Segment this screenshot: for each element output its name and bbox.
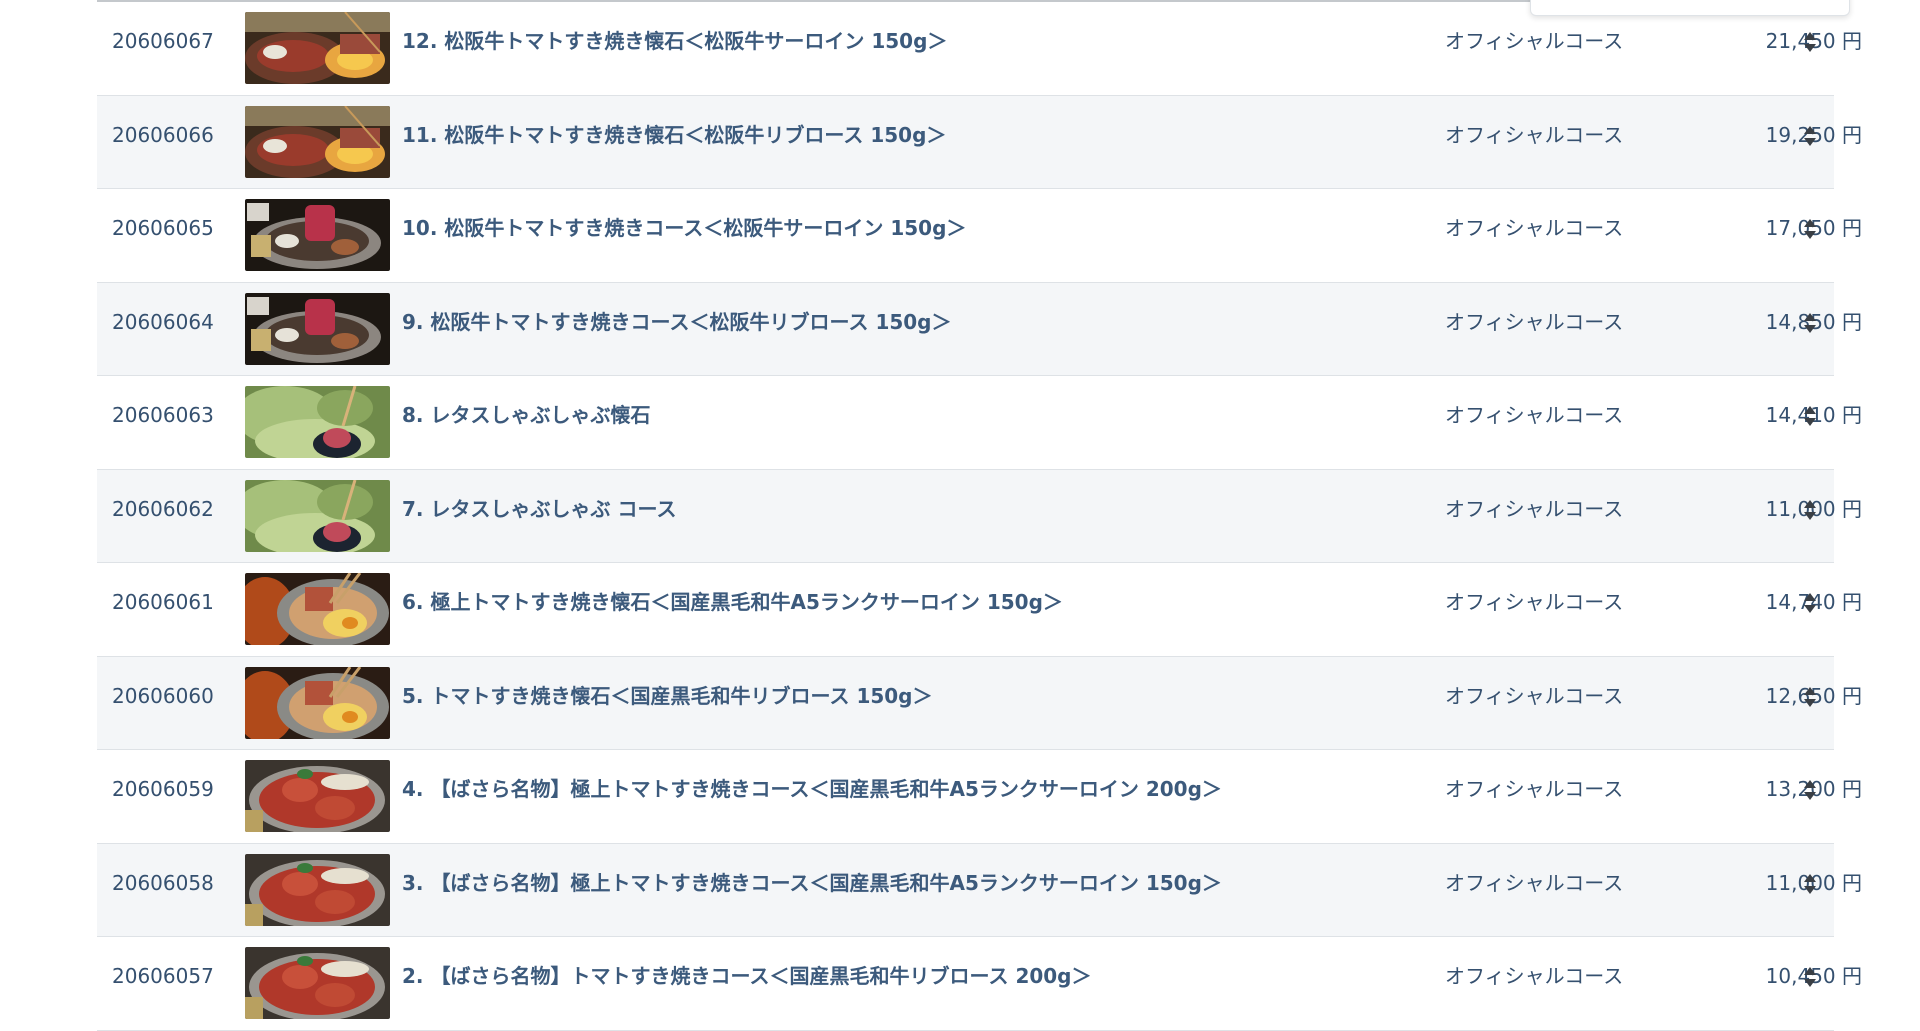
- course-price: 11,000 円: [1765, 496, 1862, 521]
- course-category: オフィシャルコース: [1445, 590, 1624, 614]
- course-name-link[interactable]: 6. 極上トマトすき焼き懐石＜国産黒毛和牛A5ランクサーロイン 150g＞: [402, 590, 1063, 614]
- course-category: オフィシャルコース: [1445, 683, 1624, 708]
- table-row[interactable]: 20606057 2. 【ばさら名物】トマトすき焼きコース＜国産黒毛和牛リブロー…: [97, 937, 1862, 1031]
- course-category: オフィシャルコース: [1445, 216, 1624, 240]
- course-name-link[interactable]: 11. 松阪牛トマトすき焼き懐石＜松阪牛リブロース 150g＞: [402, 123, 946, 147]
- sort-icon[interactable]: [1803, 405, 1817, 427]
- course-category: オフィシャルコース: [1445, 964, 1624, 988]
- course-price: 14,740 円: [1765, 590, 1862, 614]
- course-thumbnail: [245, 386, 390, 458]
- course-thumbnail: [245, 947, 390, 1019]
- course-price: 21,450 円: [1765, 29, 1862, 53]
- table-row[interactable]: 20606066 11. 松阪牛トマトすき焼き懐石＜松阪牛リブロース 150g＞…: [97, 95, 1862, 189]
- course-id: 20606062: [112, 496, 214, 521]
- course-thumbnail: [245, 573, 390, 645]
- course-id: 20606057: [112, 964, 214, 988]
- course-name-link[interactable]: 12. 松阪牛トマトすき焼き懐石＜松阪牛サーロイン 150g＞: [402, 29, 947, 53]
- course-price: 19,250 円: [1765, 122, 1862, 147]
- course-name-link[interactable]: 7. レタスしゃぶしゃぶ コース: [402, 497, 676, 521]
- table-row[interactable]: 20606058 3. 【ばさら名物】極上トマトすき焼きコース＜国産黒毛和牛A5…: [97, 843, 1862, 937]
- course-category: オフィシャルコース: [1445, 777, 1624, 801]
- course-id: 20606060: [112, 683, 214, 708]
- sort-icon[interactable]: [1803, 592, 1817, 614]
- sort-icon[interactable]: [1803, 873, 1817, 895]
- course-price: 14,850 円: [1765, 309, 1862, 334]
- course-price: 17,050 円: [1765, 216, 1862, 240]
- course-name-link[interactable]: 2. 【ばさら名物】トマトすき焼きコース＜国産黒毛和牛リブロース 200g＞: [402, 964, 1092, 988]
- sort-icon[interactable]: [1803, 125, 1817, 147]
- course-id: 20606066: [112, 122, 214, 147]
- course-thumbnail: [245, 105, 390, 178]
- course-price: 13,200 円: [1765, 777, 1862, 801]
- course-table: 20606067 12. 松阪牛トマトすき焼き懐石＜松阪牛サーロイン 150g＞…: [97, 0, 1862, 1031]
- table-row[interactable]: 20606063 8. レタスしゃぶしゃぶ懐石 オフィシャルコース 14,410 円: [97, 376, 1862, 470]
- sort-icon[interactable]: [1803, 779, 1817, 801]
- sort-icon[interactable]: [1803, 312, 1817, 334]
- table-row[interactable]: 20606061 6. 極上トマトすき焼き懐石＜国産黒毛和牛A5ランクサーロイン…: [97, 563, 1862, 657]
- course-price: 12,650 円: [1765, 683, 1862, 708]
- course-name-link[interactable]: 8. レタスしゃぶしゃぶ懐石: [402, 403, 650, 427]
- course-id: 20606063: [112, 403, 214, 427]
- course-category: オフィシャルコース: [1445, 403, 1624, 427]
- course-id: 20606065: [112, 216, 214, 240]
- sort-icon[interactable]: [1803, 499, 1817, 521]
- course-thumbnail: [245, 292, 390, 365]
- course-thumbnail: [245, 853, 390, 926]
- course-thumbnail: [245, 12, 390, 84]
- course-category: オフィシャルコース: [1445, 870, 1624, 895]
- sort-icon[interactable]: [1803, 31, 1817, 53]
- course-category: オフィシャルコース: [1445, 496, 1624, 521]
- course-name-link[interactable]: 4. 【ばさら名物】極上トマトすき焼きコース＜国産黒毛和牛A5ランクサーロイン …: [402, 777, 1222, 801]
- course-id: 20606059: [112, 777, 214, 801]
- course-price: 11,000 円: [1765, 870, 1862, 895]
- dropdown-popover: [1530, 0, 1850, 16]
- table-row[interactable]: 20606064 9. 松阪牛トマトすき焼きコース＜松阪牛リブロース 150g＞…: [97, 282, 1862, 376]
- sort-icon[interactable]: [1803, 966, 1817, 988]
- course-category: オフィシャルコース: [1445, 309, 1624, 334]
- course-price: 14,410 円: [1765, 403, 1862, 427]
- course-name-link[interactable]: 3. 【ばさら名物】極上トマトすき焼きコース＜国産黒毛和牛A5ランクサーロイン …: [402, 871, 1222, 895]
- sort-icon[interactable]: [1803, 686, 1817, 708]
- sort-icon[interactable]: [1803, 218, 1817, 240]
- table-row[interactable]: 20606062 7. レタスしゃぶしゃぶ コース オフィシャルコース 11,000…: [97, 469, 1862, 563]
- table-row[interactable]: 20606059 4. 【ばさら名物】極上トマトすき焼きコース＜国産黒毛和牛A5…: [97, 750, 1862, 844]
- course-id: 20606064: [112, 309, 214, 334]
- course-name-link[interactable]: 5. トマトすき焼き懐石＜国産黒毛和牛リブロース 150g＞: [402, 684, 933, 708]
- course-id: 20606058: [112, 870, 214, 895]
- course-id: 20606061: [112, 590, 214, 614]
- course-thumbnail: [245, 199, 390, 271]
- table-row[interactable]: 20606067 12. 松阪牛トマトすき焼き懐石＜松阪牛サーロイン 150g＞…: [97, 2, 1862, 96]
- course-thumbnail: [245, 760, 390, 832]
- course-id: 20606067: [112, 29, 214, 53]
- table-row[interactable]: 20606065 10. 松阪牛トマトすき焼きコース＜松阪牛サーロイン 150g…: [97, 189, 1862, 283]
- course-thumbnail: [245, 479, 390, 552]
- course-category: オフィシャルコース: [1445, 29, 1624, 53]
- course-category: オフィシャルコース: [1445, 122, 1624, 147]
- course-thumbnail: [245, 666, 390, 739]
- table-row[interactable]: 20606060 5. トマトすき焼き懐石＜国産黒毛和牛リブロース 150g＞ オ…: [97, 656, 1862, 750]
- course-name-link[interactable]: 9. 松阪牛トマトすき焼きコース＜松阪牛リブロース 150g＞: [402, 310, 952, 334]
- course-price: 10,450 円: [1765, 964, 1862, 988]
- course-name-link[interactable]: 10. 松阪牛トマトすき焼きコース＜松阪牛サーロイン 150g＞: [402, 216, 966, 240]
